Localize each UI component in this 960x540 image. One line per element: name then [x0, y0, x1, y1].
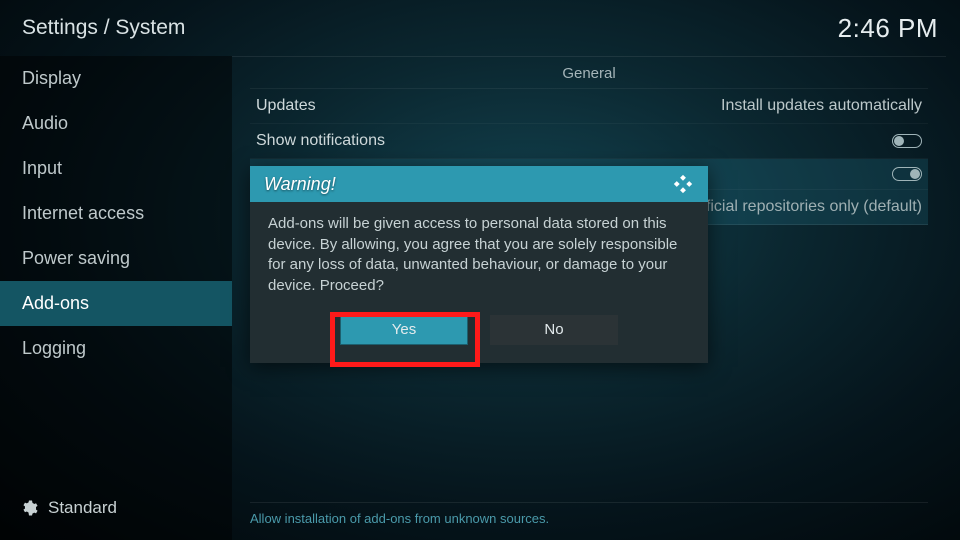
sidebar: Display Audio Input Internet access Powe…: [0, 56, 232, 540]
row-label: Updates: [256, 97, 316, 115]
breadcrumb: Settings / System: [22, 16, 185, 40]
sidebar-item-power-saving[interactable]: Power saving: [0, 236, 232, 281]
row-value: Official repositories only (default): [689, 198, 922, 216]
dialog-body: Add-ons will be given access to personal…: [250, 202, 708, 303]
sidebar-item-add-ons[interactable]: Add-ons: [0, 281, 232, 326]
clock: 2:46 PM: [838, 13, 938, 44]
yes-button[interactable]: Yes: [340, 315, 468, 345]
row-show-notifications[interactable]: Show notifications: [250, 124, 928, 159]
row-updates[interactable]: Updates Install updates automatically: [250, 89, 928, 124]
sidebar-item-input[interactable]: Input: [0, 146, 232, 191]
header: Settings / System 2:46 PM: [0, 0, 960, 56]
row-label: Show notifications: [256, 132, 385, 150]
section-title: General: [250, 56, 928, 89]
sidebar-item-display[interactable]: Display: [0, 56, 232, 101]
footer-hint: Allow installation of add-ons from unkno…: [250, 502, 928, 526]
no-button[interactable]: No: [490, 315, 618, 345]
kodi-logo-icon: [672, 173, 694, 195]
dialog-actions: Yes No: [250, 303, 708, 363]
row-value: Install updates automatically: [721, 97, 922, 115]
gear-icon: [20, 499, 38, 517]
dialog-title: Warning!: [264, 174, 336, 195]
settings-level-label: Standard: [48, 498, 117, 518]
sidebar-item-internet-access[interactable]: Internet access: [0, 191, 232, 236]
toggle-off-icon[interactable]: [892, 134, 922, 148]
settings-level-button[interactable]: Standard: [0, 488, 232, 528]
dialog-header: Warning!: [250, 166, 708, 202]
sidebar-item-audio[interactable]: Audio: [0, 101, 232, 146]
toggle-on-icon[interactable]: [892, 167, 922, 181]
warning-dialog: Warning! Add-ons will be given access to…: [250, 166, 708, 363]
sidebar-item-logging[interactable]: Logging: [0, 326, 232, 371]
